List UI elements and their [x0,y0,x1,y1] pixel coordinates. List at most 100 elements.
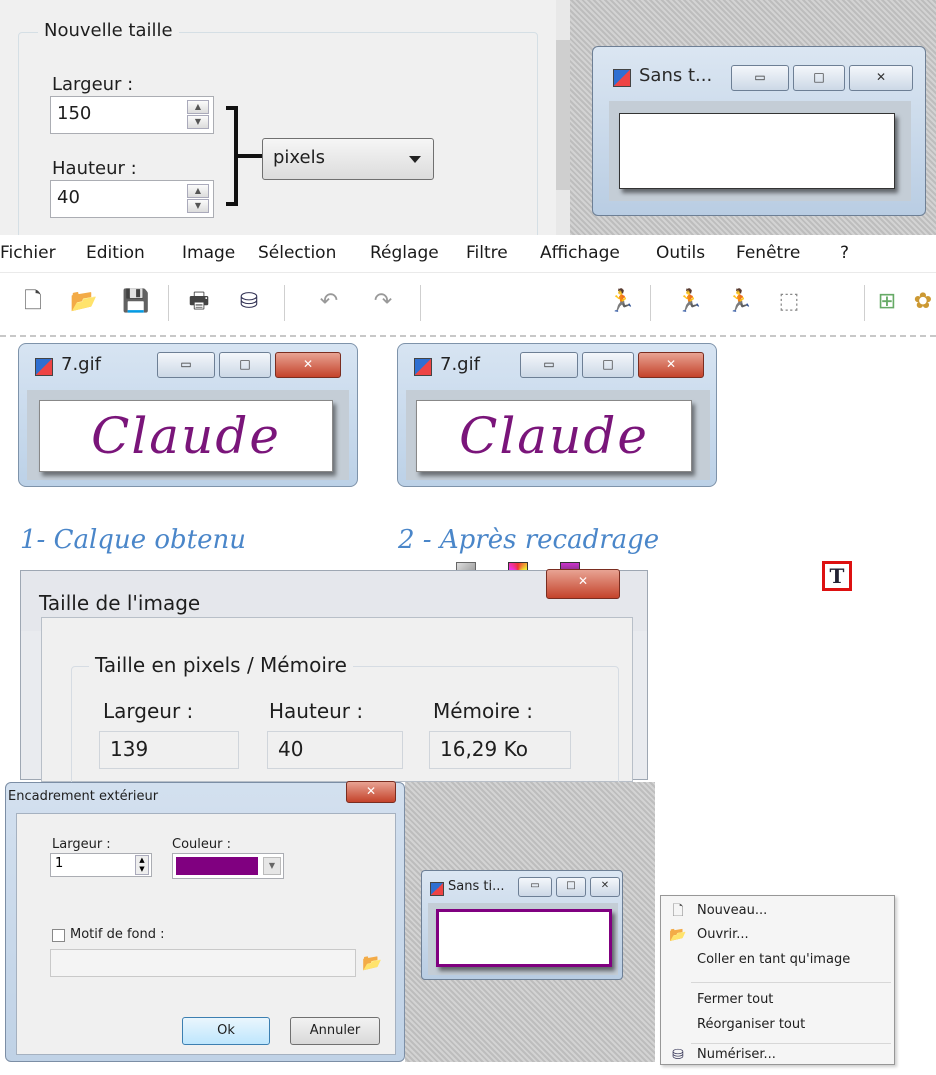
maximize-button[interactable]: □ [793,65,845,91]
save-icon[interactable]: 💾 [122,287,149,317]
spin-down-icon[interactable]: ▼ [187,199,209,213]
runner-copy-icon[interactable]: 🏃 [676,287,703,317]
redo-icon[interactable]: ↷ [370,287,396,317]
height-spin-buttons[interactable]: ▲ ▼ [187,184,209,214]
untitled-window-2[interactable]: Sans ti... ▭ □ ✕ [421,870,623,980]
window-title: Sans t... [639,65,713,86]
runner-frame-icon[interactable]: 🏃 [726,287,753,317]
gif-window-2[interactable]: 7.gif ▭ □ ✕ Claude [397,343,717,487]
pattern-checkbox[interactable] [52,929,65,942]
toolbar: 🗋 📂 💾 🖶 ⛁ ↶ ↷ 🏃 🏃 🏃 ⬚ T ⊞ ✿ [0,273,936,591]
scrollbar-thumb[interactable] [556,40,570,190]
menu-affichage[interactable]: Affichage [540,243,620,263]
menu-item-reorganiser[interactable]: Réorganiser tout [697,1017,805,1032]
spin-down-icon[interactable]: ▼ [187,115,209,129]
close-button[interactable]: ✕ [849,65,913,91]
minimize-button[interactable]: ▭ [731,65,789,91]
minimize-button[interactable]: ▭ [157,352,215,378]
close-button[interactable]: ✕ [346,781,396,803]
height-spinbox[interactable]: 40 ▲ ▼ [50,180,214,218]
pixel-memory-group-title: Taille en pixels / Mémoire [89,653,353,677]
maximize-button[interactable]: □ [582,352,634,378]
toolbar-separator [864,285,865,321]
new-file-icon[interactable]: 🗋 [20,287,46,317]
runner-icon[interactable]: 🏃 [608,287,635,317]
new-file-icon: 🗋 [672,903,684,919]
menu-edition[interactable]: Edition [86,243,145,263]
maximize-button[interactable]: □ [219,352,271,378]
menu-item-numeriser[interactable]: Numériser... [697,1047,776,1062]
ok-button[interactable]: Ok [182,1017,270,1045]
unit-value: pixels [273,147,325,168]
text-tool-icon[interactable]: T [822,561,852,591]
open-folder-icon[interactable]: 📂 [70,287,97,317]
menu-reglage[interactable]: Réglage [370,243,439,263]
app-icon [613,69,631,87]
tree-icon[interactable]: ⊞ [874,287,900,317]
pattern-label: Motif de fond : [70,927,165,942]
window-title: 7.gif [61,354,101,375]
new-size-group-title: Nouvelle taille [38,20,179,41]
window-title: Sans ti... [448,879,505,894]
claude-text-canvas: Claude [416,400,692,472]
selection-icon[interactable]: ⬚ [776,287,802,317]
spin-up-icon[interactable]: ▲ [187,100,209,114]
close-button[interactable]: ✕ [275,352,341,378]
folder-icon[interactable]: 📂 [362,953,382,972]
app-icon [414,358,432,376]
color-swatch [176,857,258,875]
menu-fichier[interactable]: Fichier [0,243,56,263]
dropdown-arrow-icon[interactable]: ▼ [263,857,281,875]
scrollbar[interactable] [556,0,570,235]
toolbar-separator [420,285,421,321]
menu-separator [691,982,891,983]
menu-item-coller[interactable]: Coller en tant qu'image [697,952,850,967]
menu-item-nouveau[interactable]: Nouveau... [697,903,767,918]
framed-canvas [436,909,612,967]
claude-text-canvas: Claude [39,400,333,472]
print-icon[interactable]: 🖶 [186,287,212,317]
width-label: Largeur : [52,837,111,852]
app-icon [430,882,444,896]
close-button[interactable]: ✕ [638,352,704,378]
menu-image[interactable]: Image [182,243,235,263]
menu-item-fermer[interactable]: Fermer tout [697,992,773,1007]
menu-filtre[interactable]: Filtre [466,243,508,263]
maximize-button[interactable]: □ [556,877,586,897]
width-spinbox[interactable]: 1 ▲ ▼ [50,853,152,877]
unit-dropdown[interactable]: pixels [262,138,434,180]
menu-selection[interactable]: Sélection [258,243,336,263]
width-spinbox[interactable]: 150 ▲ ▼ [50,96,214,134]
width-spin-buttons[interactable]: ▲ ▼ [187,100,209,130]
toolbar-separator [284,285,285,321]
gif-window-1[interactable]: 7.gif ▭ □ ✕ Claude [18,343,358,487]
pattern-path-input[interactable] [50,949,356,977]
minimize-button[interactable]: ▭ [518,877,552,897]
window-title: 7.gif [440,354,480,375]
menu-fenetre[interactable]: Fenêtre [736,243,800,263]
width-label: Largeur : [103,699,194,723]
menu-outils[interactable]: Outils [656,243,705,263]
app-icon [35,358,53,376]
close-button[interactable]: ✕ [590,877,620,897]
menu-help[interactable]: ? [840,243,849,263]
spin-up-icon[interactable]: ▲ [187,184,209,198]
outer-frame-dialog: Encadrement extérieur ✕ Largeur : 1 ▲ ▼ C… [5,781,405,1062]
scan-icon[interactable]: ⛁ [236,287,262,317]
undo-icon[interactable]: ↶ [316,287,342,317]
white-canvas [619,113,895,189]
link-bracket-icon [226,106,262,206]
close-button[interactable]: ✕ [546,569,620,599]
minimize-button[interactable]: ▭ [520,352,578,378]
cancel-button[interactable]: Annuler [290,1017,380,1045]
spin-arrows-icon[interactable]: ▲ ▼ [135,855,149,875]
menu-item-ouvrir[interactable]: Ouvrir... [697,927,749,942]
new-size-panel: Nouvelle taille Largeur : 150 ▲ ▼ Hauteur… [0,0,570,242]
untitled-window[interactable]: Sans t... ▭ □ ✕ [592,46,926,216]
width-value: 139 [99,731,239,769]
menu-separator [691,1043,891,1044]
color-label: Couleur : [172,837,231,852]
color-picker[interactable]: ▼ [172,853,284,879]
gear-flower-icon[interactable]: ✿ [910,287,936,317]
dropdown-arrow-icon [409,156,421,163]
